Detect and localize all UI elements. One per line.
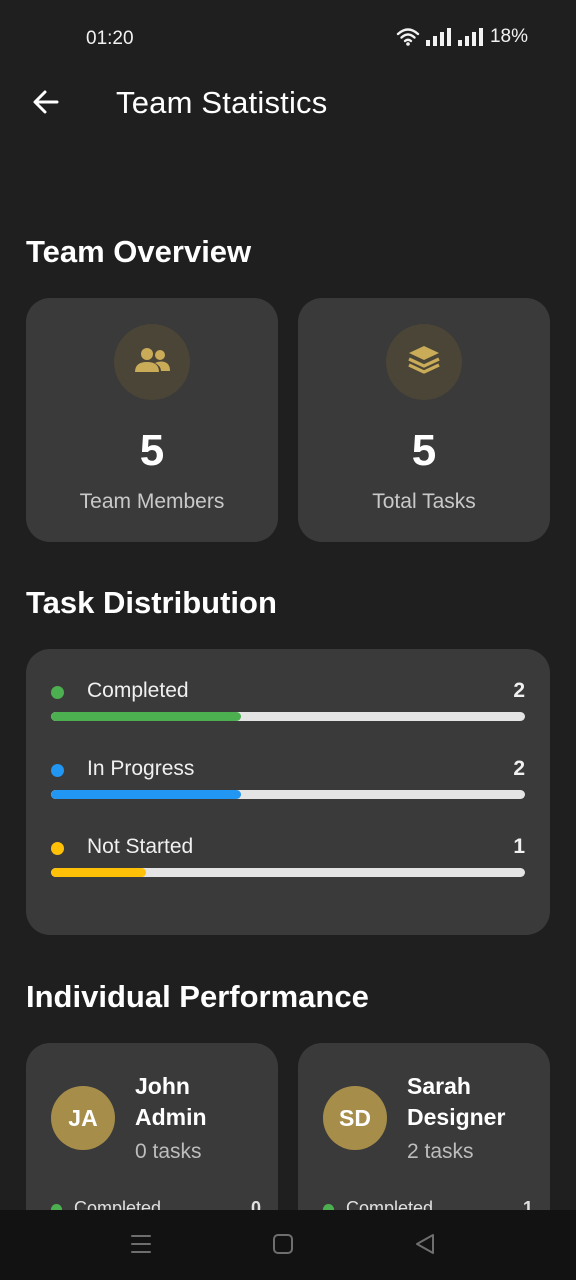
team-members-value: 5 xyxy=(139,426,165,475)
task-distribution-heading: Task Distribution xyxy=(26,585,277,620)
total-tasks-label: Total Tasks xyxy=(372,490,476,513)
status-dot xyxy=(51,842,64,855)
task-distribution-card: Completed 2 In Progress 2 Not Started 1 xyxy=(26,649,550,935)
home-square-icon xyxy=(272,1233,294,1260)
system-nav-bar xyxy=(0,1210,576,1280)
back-button[interactable] xyxy=(26,84,66,124)
layers-icon xyxy=(407,344,441,381)
dist-row-completed: Completed 2 xyxy=(51,679,525,739)
member-task-count: 2 tasks xyxy=(407,1140,474,1163)
member-name: Sarah Designer xyxy=(407,1073,506,1130)
people-icon-circle xyxy=(114,324,190,400)
home-button[interactable] xyxy=(269,1232,297,1260)
status-time: 01:20 xyxy=(86,28,134,49)
arrow-left-icon xyxy=(31,87,61,122)
page-title: Team Statistics xyxy=(116,85,328,120)
avatar: JA xyxy=(51,1086,115,1150)
individual-performance-heading: Individual Performance xyxy=(26,979,369,1014)
progress-fill xyxy=(51,790,241,799)
progress-track xyxy=(51,790,525,799)
dist-count: 2 xyxy=(513,757,525,780)
back-triangle-icon xyxy=(414,1233,436,1260)
progress-fill xyxy=(51,712,241,721)
dist-label: Not Started xyxy=(87,835,194,858)
wifi-icon xyxy=(396,27,420,47)
member-name: John Admin xyxy=(135,1073,207,1130)
status-bar: 01:20 18% xyxy=(0,0,576,72)
app-bar: Team Statistics xyxy=(0,72,576,152)
progress-track xyxy=(51,868,525,877)
layers-icon-circle xyxy=(386,324,462,400)
dist-row-not-started: Not Started 1 xyxy=(51,835,525,895)
menu-icon xyxy=(129,1233,153,1260)
team-overview-heading: Team Overview xyxy=(26,234,252,269)
signal-icon xyxy=(425,28,452,46)
recent-apps-button[interactable] xyxy=(127,1232,155,1260)
battery-level: 18% xyxy=(489,26,528,47)
avatar: SD xyxy=(323,1086,387,1150)
screen: 01:20 18% Team Statistics Team Overview … xyxy=(0,0,576,1280)
progress-fill xyxy=(51,868,146,877)
signal-icon xyxy=(457,28,484,46)
dist-label: In Progress xyxy=(87,757,195,780)
dist-count: 1 xyxy=(513,835,525,858)
total-tasks-value: 5 xyxy=(411,426,437,475)
status-icons: 18% xyxy=(396,26,528,48)
status-dot xyxy=(51,764,64,777)
dist-label: Completed xyxy=(87,679,189,702)
member-task-count: 0 tasks xyxy=(135,1140,202,1163)
dist-row-in-progress: In Progress 2 xyxy=(51,757,525,817)
system-back-button[interactable] xyxy=(411,1232,439,1260)
progress-track xyxy=(51,712,525,721)
team-members-label: Team Members xyxy=(79,490,225,513)
status-dot xyxy=(51,686,64,699)
people-icon xyxy=(133,345,171,380)
dist-count: 2 xyxy=(513,679,525,702)
